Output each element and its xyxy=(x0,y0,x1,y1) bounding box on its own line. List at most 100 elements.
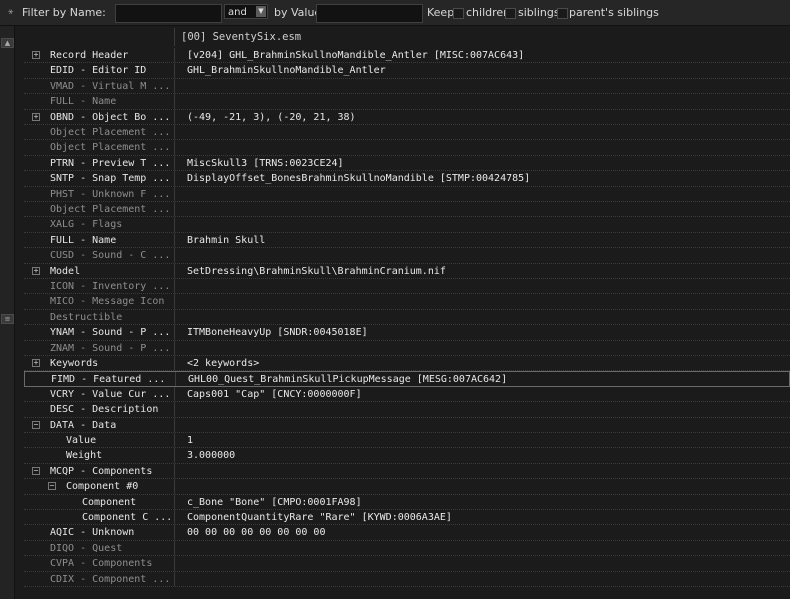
collapse-icon[interactable]: − xyxy=(48,482,56,491)
table-row[interactable]: YNAM - Sound - P ... ITMBoneHeavyUp [SNDR… xyxy=(24,325,790,341)
row-name-cell[interactable]: + Keywords xyxy=(24,356,175,371)
table-row[interactable]: − MCQP - Components xyxy=(24,463,790,480)
table-row[interactable]: Component c_Bone "Bone" [CMPO:0001FA98] xyxy=(24,494,790,510)
table-row[interactable]: FULL - Name Brahmin Skull xyxy=(24,232,790,249)
table-row[interactable]: PTRN - Preview T ... MiscSkull3 [TRNS:002… xyxy=(24,155,790,172)
table-row[interactable]: ZNAM - Sound - P ... xyxy=(24,340,790,356)
row-value-cell[interactable]: Brahmin Skull xyxy=(187,233,265,248)
table-row[interactable]: VCRY - Value Cur ... Caps001 "Cap" [CNCY:… xyxy=(24,386,790,403)
table-row[interactable]: ICON - Inventory ... xyxy=(24,279,790,295)
collapse-icon[interactable]: − xyxy=(32,420,40,429)
row-name-cell[interactable]: FULL - Name xyxy=(24,94,175,109)
table-row[interactable]: + Keywords <2 keywords> xyxy=(24,356,790,372)
collapse-icon[interactable]: − xyxy=(32,466,40,475)
table-row[interactable]: SNTP - Snap Temp ... DisplayOffset_BonesB… xyxy=(24,171,790,187)
expand-icon[interactable]: + xyxy=(32,51,40,59)
row-name-cell[interactable]: MICO - Message Icon xyxy=(24,294,175,309)
table-row[interactable]: − Component #0 xyxy=(24,479,790,495)
table-row[interactable]: + Model SetDressing\BrahminSkull\BrahminCr… xyxy=(24,263,790,279)
parents-siblings-checkbox[interactable] xyxy=(557,8,568,19)
row-value-cell[interactable]: GHL00_Quest_BrahminSkullPickupMessage [M… xyxy=(188,372,507,387)
table-row[interactable]: CVPA - Components xyxy=(24,556,790,572)
row-value-cell[interactable]: 00 00 00 00 00 00 00 00 xyxy=(187,525,325,540)
row-name-cell[interactable]: VMAD - Virtual M ... xyxy=(24,78,175,94)
row-value-cell[interactable]: c_Bone "Bone" [CMPO:0001FA98] xyxy=(187,495,362,510)
table-row[interactable]: Destructible xyxy=(24,309,790,326)
operator-select[interactable]: and ▼ xyxy=(224,4,268,19)
table-row[interactable]: CUSD - Sound - C ... xyxy=(24,248,790,264)
table-row[interactable]: EDID - Editor ID GHL_BrahminSkullnoMandib… xyxy=(24,63,790,79)
row-name-cell[interactable]: FIMD - Featured ... xyxy=(25,372,176,386)
row-name-cell[interactable]: Component xyxy=(24,494,175,509)
row-name-cell[interactable]: − DATA - Data xyxy=(24,417,175,432)
row-name-cell[interactable]: Weight xyxy=(24,448,175,463)
table-row[interactable]: Object Placement ... xyxy=(24,140,790,156)
table-row[interactable]: XALG - Flags xyxy=(24,217,790,233)
row-value-cell[interactable]: GHL_BrahminSkullnoMandible_Antler xyxy=(187,63,386,78)
row-value-cell[interactable]: MiscSkull3 [TRNS:0023CE24] xyxy=(187,156,344,171)
table-row[interactable]: + OBND - Object Bo ... (-49, -21, 3), (-20… xyxy=(24,109,790,125)
row-name-cell[interactable]: DIQO - Quest xyxy=(24,540,175,556)
header-file-name[interactable]: [00] SeventySix.esm xyxy=(181,28,301,46)
row-name-cell[interactable]: Component C ... xyxy=(24,510,175,525)
table-row[interactable]: MICO - Message Icon xyxy=(24,294,790,310)
row-name-cell[interactable]: ZNAM - Sound - P ... xyxy=(24,340,175,355)
children-checkbox[interactable] xyxy=(453,8,464,19)
row-name-cell[interactable]: AQIC - Unknown xyxy=(24,525,175,540)
expand-icon[interactable]: + xyxy=(32,266,40,275)
table-row[interactable]: FIMD - Featured ... GHL00_Quest_BrahminSk… xyxy=(24,371,790,387)
table-row[interactable]: PHST - Unknown F ... xyxy=(24,186,790,202)
table-row[interactable]: FULL - Name xyxy=(24,94,790,110)
row-name-cell[interactable]: Destructible xyxy=(24,309,175,325)
table-row[interactable]: Component C ... ComponentQuantityRare "Ra… xyxy=(24,510,790,526)
table-row[interactable]: Weight 3.000000 xyxy=(24,448,790,464)
row-value-cell[interactable]: DisplayOffset_BonesBrahminSkullnoMandibl… xyxy=(187,171,530,186)
table-row[interactable]: AQIC - Unknown 00 00 00 00 00 00 00 00 xyxy=(24,525,790,541)
table-row[interactable]: DIQO - Quest xyxy=(24,540,790,557)
row-name-cell[interactable]: Object Placement ... xyxy=(24,125,175,140)
row-name-cell[interactable]: + Model xyxy=(24,263,175,278)
row-name-cell[interactable]: YNAM - Sound - P ... xyxy=(24,325,175,340)
table-row[interactable]: − DATA - Data xyxy=(24,417,790,433)
row-name-cell[interactable]: FULL - Name xyxy=(24,232,175,248)
chevron-down-icon[interactable]: ▼ xyxy=(256,6,266,17)
row-name-cell[interactable]: XALG - Flags xyxy=(24,217,175,232)
row-name-cell[interactable]: + OBND - Object Bo ... xyxy=(24,109,175,124)
expand-icon[interactable]: + xyxy=(32,112,40,121)
row-value-cell[interactable]: [v204] GHL_BrahminSkullnoMandible_Antler… xyxy=(187,48,524,63)
row-name-cell[interactable]: VCRY - Value Cur ... xyxy=(24,386,175,402)
row-name-cell[interactable]: CDIX - Component ... xyxy=(24,571,175,586)
row-value-cell[interactable]: Caps001 "Cap" [CNCY:0000000F] xyxy=(187,387,362,402)
splitter-handle-icon[interactable]: ≡ xyxy=(1,314,14,324)
table-row[interactable]: + Record Header [v204] GHL_BrahminSkullnoM… xyxy=(24,48,790,64)
table-row[interactable]: Object Placement ... xyxy=(24,125,790,141)
row-name-cell[interactable]: CUSD - Sound - C ... xyxy=(24,248,175,263)
row-value-cell[interactable]: <2 keywords> xyxy=(187,356,259,371)
row-value-cell[interactable]: SetDressing\BrahminSkull\BrahminCranium.… xyxy=(187,264,446,279)
row-value-cell[interactable]: ComponentQuantityRare "Rare" [KYWD:0006A… xyxy=(187,510,452,525)
row-name-cell[interactable]: Value xyxy=(24,433,175,448)
row-value-cell[interactable]: (-49, -21, 3), (-20, 21, 38) xyxy=(187,110,356,125)
row-value-cell[interactable]: 3.000000 xyxy=(187,448,235,463)
row-name-cell[interactable]: Object Placement ... xyxy=(24,202,175,217)
table-row[interactable]: CDIX - Component ... xyxy=(24,571,790,587)
row-name-cell[interactable]: EDID - Editor ID xyxy=(24,63,175,78)
row-name-cell[interactable]: PHST - Unknown F ... xyxy=(24,186,175,201)
collapse-up-icon[interactable]: ▲ xyxy=(1,38,14,48)
row-name-cell[interactable]: Object Placement ... xyxy=(24,140,175,155)
row-name-cell[interactable]: PTRN - Preview T ... xyxy=(24,155,175,171)
row-name-cell[interactable]: − Component #0 xyxy=(24,479,175,494)
table-row[interactable]: Object Placement ... xyxy=(24,202,790,218)
row-name-cell[interactable]: + Record Header xyxy=(24,48,175,63)
table-row[interactable]: Value 1 xyxy=(24,433,790,449)
row-value-cell[interactable]: ITMBoneHeavyUp [SNDR:0045018E] xyxy=(187,325,368,340)
row-value-cell[interactable]: 1 xyxy=(187,433,193,448)
row-name-cell[interactable]: ICON - Inventory ... xyxy=(24,279,175,294)
filter-name-input[interactable] xyxy=(115,4,222,23)
row-name-cell[interactable]: CVPA - Components xyxy=(24,556,175,571)
row-name-cell[interactable]: SNTP - Snap Temp ... xyxy=(24,171,175,186)
row-name-cell[interactable]: − MCQP - Components xyxy=(24,463,175,479)
expand-icon[interactable]: + xyxy=(32,359,40,367)
table-row[interactable]: VMAD - Virtual M ... xyxy=(24,78,790,95)
table-row[interactable]: DESC - Description xyxy=(24,402,790,418)
